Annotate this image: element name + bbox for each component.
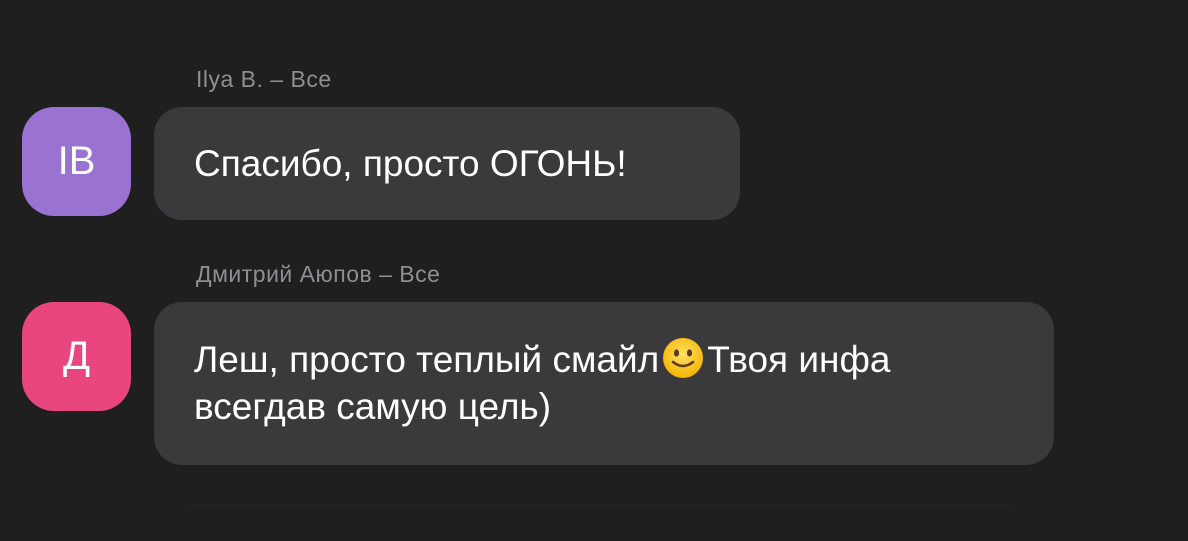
avatar-initials: IB: [57, 139, 96, 183]
message-sender-meta: Ilya B. – Все: [196, 66, 332, 92]
message-text-part: Леш, просто теплый смайл: [194, 339, 660, 380]
message-text-part: Твоя инфа: [707, 339, 891, 380]
message-text-line-2: всегдав самую цель): [194, 386, 552, 427]
divider: [190, 505, 1010, 506]
message-bubble[interactable]: Леш, просто теплый смайл Твоя инфа всегд…: [154, 302, 1054, 465]
avatar[interactable]: Д: [22, 302, 131, 411]
message-bubble[interactable]: Спасибо, просто ОГОНЬ!: [154, 107, 740, 220]
message-text: Спасибо, просто ОГОНЬ!: [194, 143, 627, 184]
message-sender-meta: Дмитрий Аюпов – Все: [196, 261, 441, 287]
slightly-smiling-face-icon: [663, 338, 704, 378]
message-text-line-1: Леш, просто теплый смайл Твоя инфа: [194, 336, 1014, 383]
avatar[interactable]: IB: [22, 107, 131, 216]
chat-transcript: Ilya B. – Все IB Спасибо, просто ОГОНЬ! …: [0, 0, 1188, 541]
avatar-initials: Д: [62, 334, 91, 378]
